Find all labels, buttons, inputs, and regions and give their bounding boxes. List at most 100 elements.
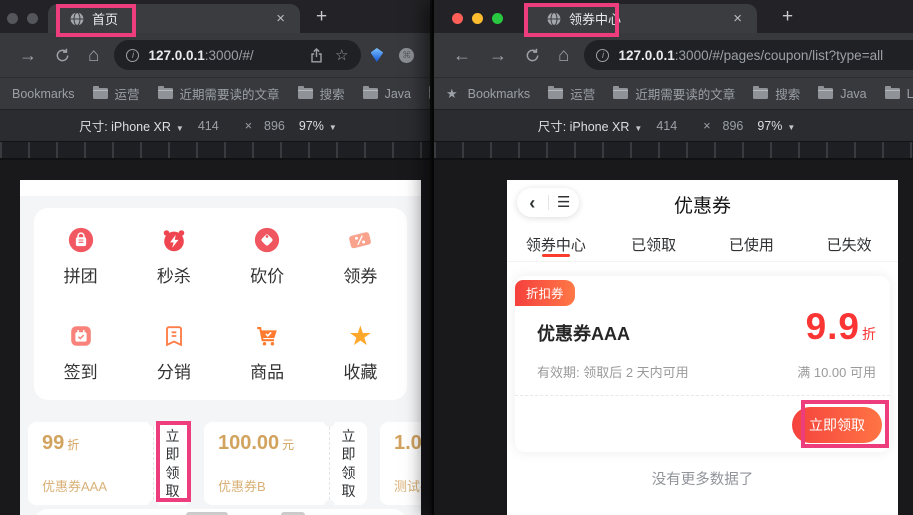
menu-item-checkin[interactable]: 签到 — [34, 321, 127, 383]
favorite-star-icon: ★ — [345, 321, 375, 351]
menu-row: 签到 分销 商品 ★ — [34, 304, 407, 400]
browser-window-home: 首页 × + → ⌂ i 127.0.0.1:3000/#/ ☆ ⌘ Bookm… — [0, 0, 430, 515]
back-icon[interactable]: ← — [453, 46, 471, 64]
page-title: 优惠券 — [507, 191, 898, 218]
tab-claimed[interactable]: 已领取 — [605, 228, 703, 261]
url-text: 127.0.0.1:3000/#/pages/coupon/list?type=… — [618, 48, 883, 63]
zoom-select[interactable]: 97%▼ — [299, 119, 337, 133]
traffic-light-inactive[interactable] — [7, 13, 18, 24]
reload-icon[interactable] — [55, 48, 70, 63]
menu-item-favorites[interactable]: ★ 收藏 — [314, 321, 407, 383]
home-icon[interactable]: ⌂ — [558, 46, 569, 65]
reload-icon[interactable] — [525, 48, 540, 63]
bargain-icon — [252, 225, 282, 255]
folder-icon — [298, 88, 313, 99]
traffic-light-inactive[interactable] — [27, 13, 38, 24]
bookmarks-bar: ★ Bookmarks 运营 近期需要读的文章 搜索 Java Li — [434, 77, 913, 109]
site-info-icon[interactable]: i — [596, 49, 609, 62]
dimension-times: × — [245, 119, 252, 133]
folder-icon — [885, 88, 900, 99]
new-tab-button[interactable]: + — [316, 4, 327, 30]
forward-icon[interactable]: → — [19, 46, 37, 64]
coupon-name: 优惠券B — [218, 476, 329, 495]
device-toolbar: 尺寸: iPhone XR▼ 414 × 896 97%▼ — [434, 109, 913, 141]
menu-item-groupbuy[interactable]: 拼团 — [34, 225, 127, 287]
menu-item-bargain[interactable]: 砍价 — [221, 225, 314, 287]
url-path: :3000/#/ — [205, 48, 254, 63]
folder-icon — [93, 88, 108, 99]
coupon-name: 优惠券AAA — [537, 320, 630, 346]
coupon-card: 折扣券 优惠券AAA 9.9折 有效期: 领取后 2 天内可用 满 10.00 … — [515, 276, 890, 452]
folder-icon — [429, 88, 430, 99]
tab-coupon-center-list[interactable]: 领券中心 — [507, 228, 605, 261]
zoom-select[interactable]: 97%▼ — [757, 119, 795, 133]
minimize-window-button[interactable] — [472, 13, 483, 24]
site-info-icon[interactable]: i — [126, 49, 139, 62]
tab-title: 首页 — [92, 9, 118, 28]
bookmark-folder[interactable]: 运营 — [93, 84, 140, 103]
coupon-card-aaa: 99折 优惠券AAA 立即领取 — [28, 422, 191, 505]
home-icon[interactable]: ⌂ — [88, 46, 99, 65]
share-icon[interactable] — [310, 48, 323, 63]
device-height-input[interactable]: 896 — [723, 119, 744, 133]
globe-favicon — [70, 12, 84, 26]
bookmarks-star-icon: ★ — [446, 86, 458, 102]
coupon-scroll-row: 99折 优惠券AAA 立即领取 100.00元 优惠券B 立 — [28, 422, 421, 505]
tab-home[interactable]: 首页 × — [48, 4, 300, 33]
claim-now-button[interactable]: 立即领取 — [792, 407, 882, 443]
forward-icon[interactable]: → — [489, 46, 507, 64]
url-bar[interactable]: i 127.0.0.1:3000/#/ ☆ — [114, 40, 360, 70]
extension-gem-icon[interactable] — [371, 48, 384, 62]
menu-item-goods[interactable]: 商品 — [221, 321, 314, 383]
tab-close-icon[interactable]: × — [728, 9, 747, 28]
bookmark-folder[interactable]: 搜索 — [298, 84, 345, 103]
bookmark-folder[interactable]: 近期需要读的文章 — [613, 84, 735, 103]
coupon-info: 99折 优惠券AAA — [28, 422, 153, 505]
device-size-select[interactable]: 尺寸: iPhone XR▼ — [538, 116, 643, 135]
device-ruler — [434, 141, 913, 159]
coupon-card-test: 1.0 测试- — [380, 422, 421, 505]
caret-down-icon: ▼ — [329, 123, 337, 132]
device-ruler — [0, 141, 430, 159]
bookmark-folder[interactable]: 搜索 — [753, 84, 800, 103]
bookmark-folder[interactable]: Li — [885, 87, 913, 101]
page-top-strip — [20, 180, 421, 196]
url-bar[interactable]: i 127.0.0.1:3000/#/pages/coupon/list?typ… — [584, 40, 913, 70]
device-height-input[interactable]: 896 — [264, 119, 285, 133]
tab-used[interactable]: 已使用 — [703, 228, 801, 261]
bookmark-folder[interactable]: Java — [363, 87, 411, 101]
url-host: 127.0.0.1 — [618, 48, 674, 63]
dimension-times: × — [703, 119, 710, 133]
tab-expired[interactable]: 已失效 — [800, 228, 898, 261]
close-window-button[interactable] — [452, 13, 463, 24]
browser-window-coupon-center: 领券中心 × + ← → ⌂ i 127.0.0.1:3000/#/pages/… — [432, 0, 913, 515]
bookmark-folder[interactable]: Java — [818, 87, 866, 101]
device-width-input[interactable]: 414 — [198, 119, 219, 133]
tab-close-icon[interactable]: × — [271, 9, 290, 28]
menu-item-distribution[interactable]: 分销 — [127, 321, 220, 383]
tab-coupon-center[interactable]: 领券中心 × — [525, 4, 757, 33]
page-backdrop: ‹ ☰ 优惠券 领券中心 已领取 已使用 已失效 折扣券 优惠券AAA 9.9折… — [434, 160, 913, 515]
menu-item-flashsale[interactable]: 秒杀 — [127, 225, 220, 287]
fullscreen-window-button[interactable] — [492, 13, 503, 24]
cart-icon — [252, 321, 282, 351]
bookmark-folder[interactable] — [429, 88, 430, 99]
bookmark-folder[interactable]: 运营 — [548, 84, 595, 103]
dashed-divider — [515, 395, 890, 396]
bookmark-folder[interactable]: 近期需要读的文章 — [158, 84, 280, 103]
claim-coupon-button[interactable]: 立即领取 — [153, 422, 191, 505]
home-menu-card: 拼团 秒杀 砍价 — [34, 208, 407, 400]
new-tab-button[interactable]: + — [782, 4, 793, 30]
device-size-select[interactable]: 尺寸: iPhone XR▼ — [79, 116, 184, 135]
distribution-icon — [159, 321, 189, 351]
bookmark-star-icon[interactable]: ☆ — [335, 46, 348, 64]
claim-coupon-button[interactable]: 立即领取 — [329, 422, 367, 505]
coupon-icon — [345, 225, 375, 255]
extension-icon[interactable]: ⌘ — [399, 48, 414, 63]
menu-item-coupon[interactable]: 领券 — [314, 225, 407, 287]
caret-down-icon: ▼ — [787, 123, 795, 132]
coupon-info: 100.00元 优惠券B — [204, 422, 329, 505]
device-width-input[interactable]: 414 — [656, 119, 677, 133]
coupon-unit: 元 — [282, 436, 294, 453]
coupon-unit: 折 — [67, 436, 79, 453]
